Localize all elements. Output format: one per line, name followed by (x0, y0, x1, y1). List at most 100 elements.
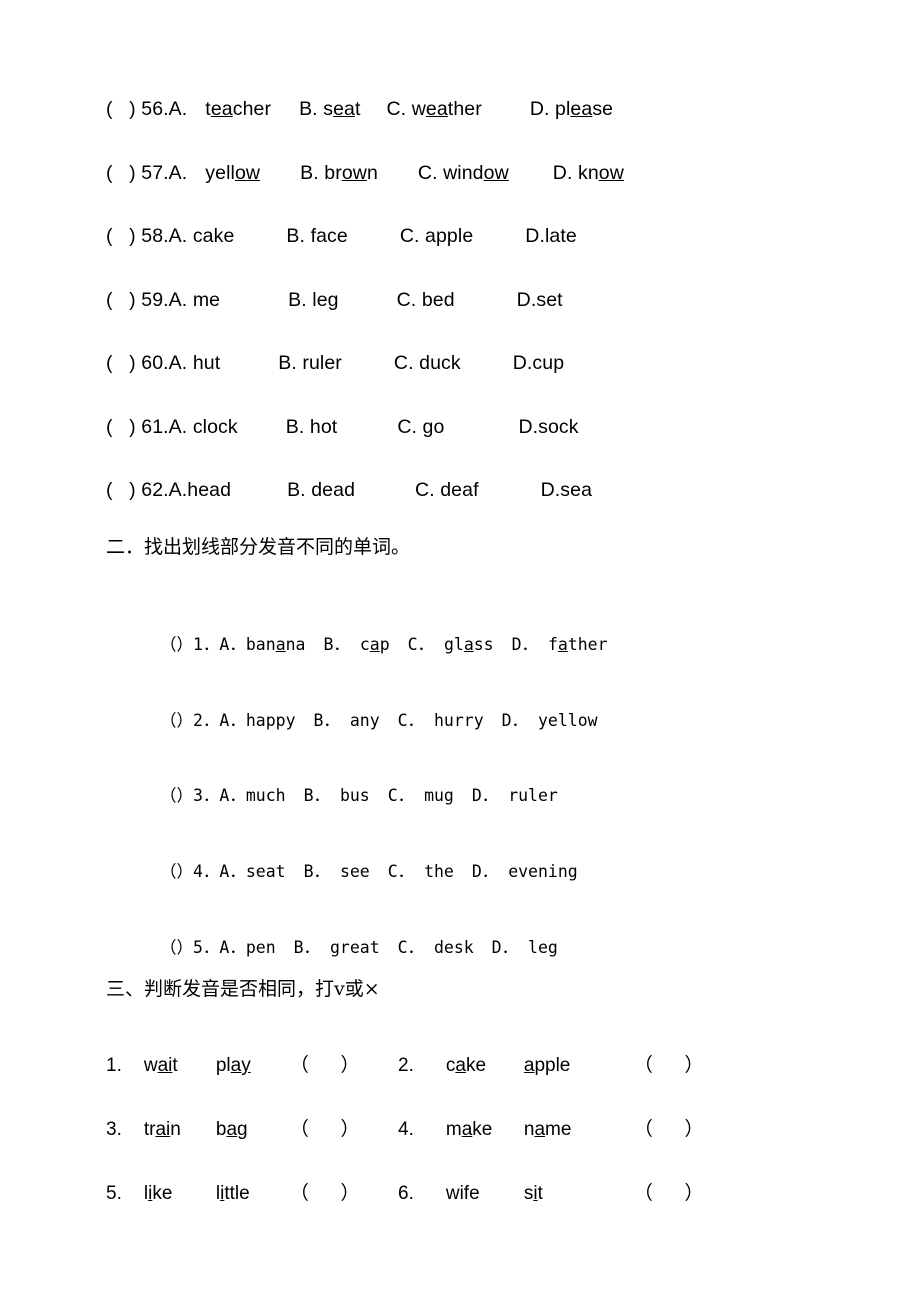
option-letter: B． (323, 635, 350, 654)
option-choice[interactable]: B． see (304, 862, 370, 881)
option-choice[interactable]: B． cap (323, 635, 389, 654)
option-choice[interactable]: B. ruler (278, 332, 342, 396)
option-choice[interactable]: B. leg (288, 269, 338, 333)
option-choice[interactable]: teacher (205, 78, 271, 142)
option-choice[interactable]: B. face (286, 205, 347, 269)
option-choice[interactable]: D． yellow (502, 711, 598, 730)
option-choice[interactable]: head (187, 459, 231, 523)
option-word-pre: the (424, 862, 454, 882)
option-word-pre: bed (421, 288, 455, 311)
question-prefix[interactable]: ( ) 61.A. (106, 396, 193, 460)
section-three-same-or-different: 1. wait play （ ） 2. cake apple （ ） 3. train bag （ ）… (106, 1034, 866, 1226)
option-choice[interactable]: C． the (388, 862, 454, 881)
option-choice[interactable]: D． ruler (472, 786, 558, 805)
question-prefix[interactable]: （）4．A． (160, 862, 246, 881)
option-choice[interactable]: B． bus (304, 786, 370, 805)
option-choice[interactable]: B. dead (287, 459, 355, 523)
option-choice[interactable]: C. deaf (415, 459, 479, 523)
option-choice[interactable]: me (193, 269, 220, 333)
option-choice[interactable]: clock (193, 396, 238, 460)
option-choice[interactable]: C． glass (408, 635, 494, 654)
option-word: cup (532, 352, 564, 374)
question-prefix[interactable]: ( ) 59.A. (106, 269, 193, 333)
option-word: know (578, 162, 624, 184)
option-choice[interactable]: C. duck (394, 332, 461, 396)
option-word: great (330, 938, 380, 957)
pair-number: 4. (398, 1119, 414, 1140)
option-choice[interactable]: B. seat (299, 78, 360, 142)
option-choice[interactable]: hut (193, 332, 220, 396)
option-choice[interactable]: B． great (294, 938, 380, 957)
option-choice[interactable]: C. window (418, 142, 509, 206)
pair-word-second-post: pple (534, 1055, 571, 1076)
question-prefix[interactable]: ( ) 62.A. (106, 459, 187, 523)
option-word: ruler (508, 786, 558, 805)
option-choice[interactable]: C． mug (388, 786, 454, 805)
answer-parenthesis[interactable]: （ ） (290, 1034, 360, 1098)
option-word-pre: clock (192, 415, 238, 438)
option-word: teacher (205, 98, 271, 120)
option-choice[interactable]: D． leg (492, 938, 558, 957)
word-pair-right: 6. wife sit （ ） (398, 1162, 704, 1226)
option-choice[interactable]: B. hot (286, 396, 338, 460)
option-choice[interactable]: D． evening (472, 862, 578, 881)
pair-word-second: sit (524, 1162, 608, 1226)
option-word: face (311, 225, 348, 247)
option-choice[interactable]: banana (246, 635, 306, 654)
option-choice[interactable]: C. apple (400, 205, 473, 269)
question-prefix[interactable]: ( ) 58.A. (106, 205, 193, 269)
option-choice[interactable]: D． father (512, 635, 608, 654)
option-choice[interactable]: happy (246, 711, 296, 730)
option-choice[interactable]: D. know (553, 142, 624, 206)
question-prefix[interactable]: （）2．A． (160, 711, 246, 730)
option-choice[interactable]: C． hurry (398, 711, 484, 730)
option-letter: B. (285, 415, 310, 438)
question-prefix[interactable]: ( ) 60.A. (106, 332, 193, 396)
option-choice[interactable]: D.cup (513, 332, 564, 396)
question-prefix[interactable]: ( ) 57.A. (106, 142, 187, 206)
pair-word-second-underlined-part: ay (230, 1055, 251, 1076)
option-word-pre: any (349, 710, 380, 730)
pair-number: 1. (106, 1055, 122, 1076)
option-choice[interactable]: much (246, 786, 286, 805)
option-choice[interactable]: C. bed (397, 269, 455, 333)
answer-parenthesis[interactable]: （ ） (634, 1162, 704, 1226)
question-prefix[interactable]: （）5．A． (160, 938, 246, 957)
option-choice[interactable]: seat (246, 862, 286, 881)
question-row: （）2．A．happy B． any C． hurry D． yellow (160, 683, 860, 759)
option-word-pre: happy (245, 710, 296, 730)
option-choice[interactable]: C． desk (398, 938, 474, 957)
option-word-pre: late (544, 225, 577, 247)
option-word-pre: ruler (508, 786, 558, 806)
option-choice[interactable]: D. please (530, 78, 613, 142)
question-prefix[interactable]: ( ) 56.A. (106, 78, 187, 142)
section-two-heading: 二．找出划线部分发音不同的单词。 (106, 536, 411, 558)
option-choice[interactable]: D.sea (541, 459, 592, 523)
pair-word-first-pre: w (143, 1055, 158, 1076)
answer-parenthesis[interactable]: （ ） (634, 1034, 704, 1098)
answer-parenthesis[interactable]: （ ） (634, 1098, 704, 1162)
option-letter: C. (386, 98, 412, 120)
option-choice[interactable]: C. weather (387, 78, 482, 142)
option-choice[interactable]: D.set (517, 269, 563, 333)
option-word-post: se (592, 98, 614, 120)
option-choice[interactable]: D.late (525, 205, 577, 269)
option-choice[interactable]: cake (193, 205, 235, 269)
pair-word-first-post: ke (152, 1183, 173, 1204)
option-choice[interactable]: yellow (205, 142, 260, 206)
option-word-pre: hot (309, 415, 338, 438)
answer-parenthesis[interactable]: （ ） (290, 1098, 360, 1162)
option-choice[interactable]: B． any (313, 711, 379, 730)
option-word-pre: w (411, 98, 426, 120)
question-prefix[interactable]: （）3．A． (160, 786, 246, 805)
option-choice[interactable]: B. brown (300, 142, 378, 206)
option-choice[interactable]: D.sock (518, 396, 578, 460)
option-letter: D. (529, 98, 556, 120)
question-prefix[interactable]: （）1．A． (160, 635, 246, 654)
answer-parenthesis[interactable]: （ ） (290, 1162, 360, 1226)
option-word-pre: sea (560, 479, 593, 501)
option-choice[interactable]: pen (246, 938, 276, 957)
option-word: please (555, 98, 613, 120)
option-word: seat (246, 862, 286, 881)
option-choice[interactable]: C. go (397, 396, 444, 460)
